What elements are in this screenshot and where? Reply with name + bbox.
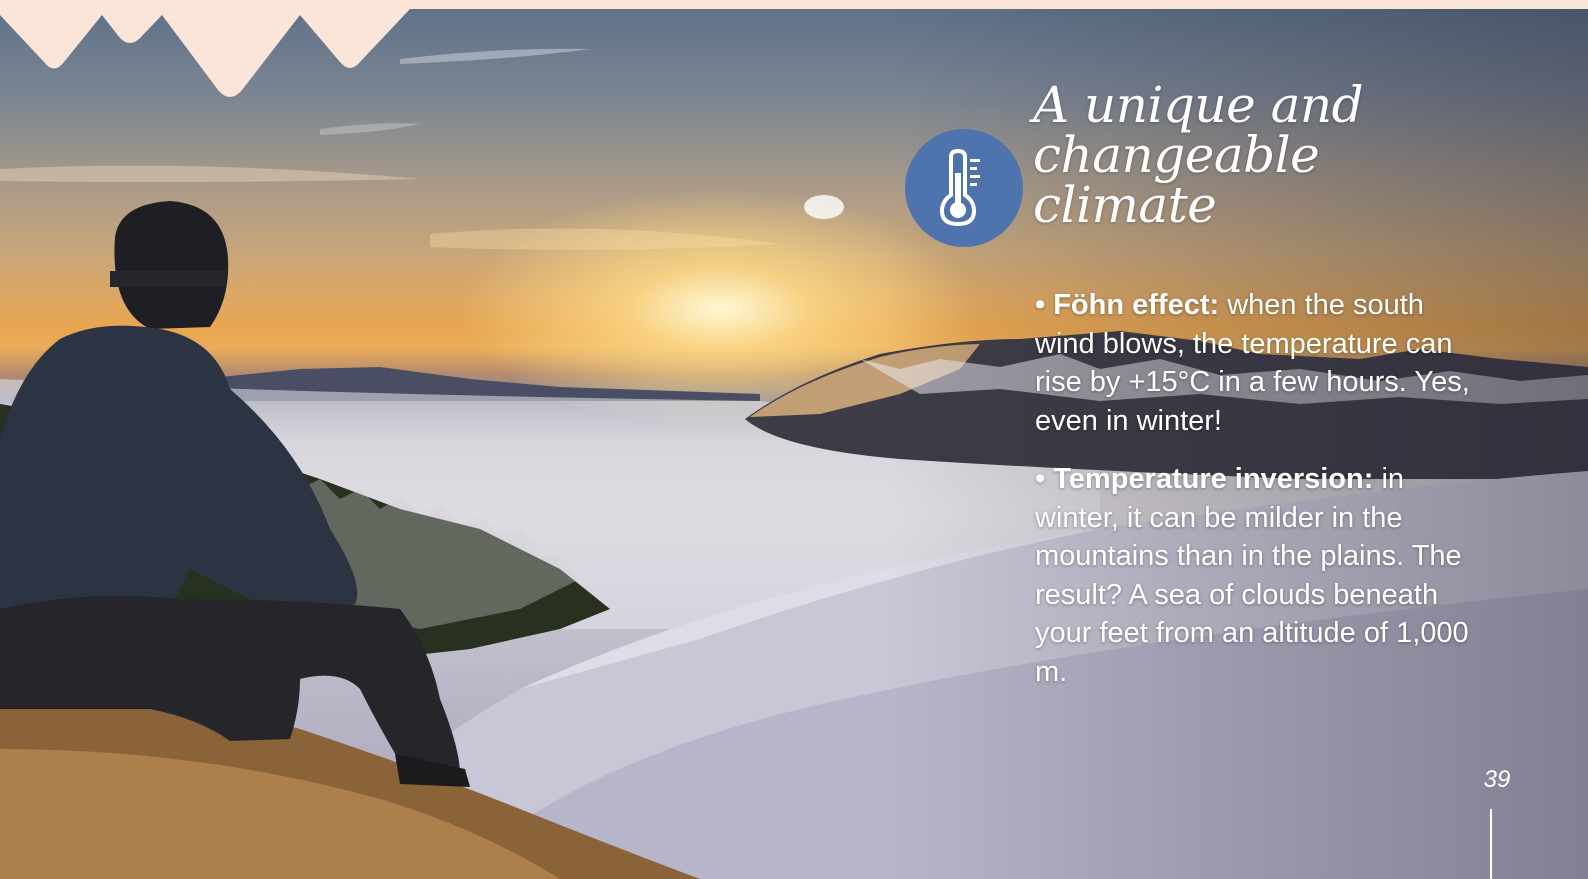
page-number: 39 bbox=[1483, 766, 1511, 793]
page-number-rule bbox=[1490, 809, 1492, 879]
bullet-marker: • bbox=[1035, 289, 1046, 321]
bullet-text: in winter, it can be milder in the mount… bbox=[1035, 463, 1469, 688]
zigzag-header-band bbox=[0, 0, 410, 97]
page-title: A unique and changeable climate bbox=[1033, 80, 1453, 230]
bullet-term: Temperature inversion: bbox=[1053, 463, 1374, 495]
bullet-term: Föhn effect: bbox=[1053, 289, 1220, 321]
bullet-foehn-effect: • Föhn effect: when the south wind blows… bbox=[1035, 286, 1475, 440]
bullet-temperature-inversion: • Temperature inversion: in winter, it c… bbox=[1035, 460, 1475, 691]
bullet-list: • Föhn effect: when the south wind blows… bbox=[1035, 286, 1475, 711]
title-line: A unique and bbox=[1033, 76, 1364, 134]
title-line: climate bbox=[1033, 176, 1217, 234]
top-band bbox=[0, 0, 1588, 9]
title-line: changeable bbox=[1033, 126, 1320, 184]
thermometer-icon bbox=[939, 149, 980, 227]
thermometer-badge bbox=[905, 129, 1023, 247]
bullet-marker: • bbox=[1035, 463, 1046, 495]
